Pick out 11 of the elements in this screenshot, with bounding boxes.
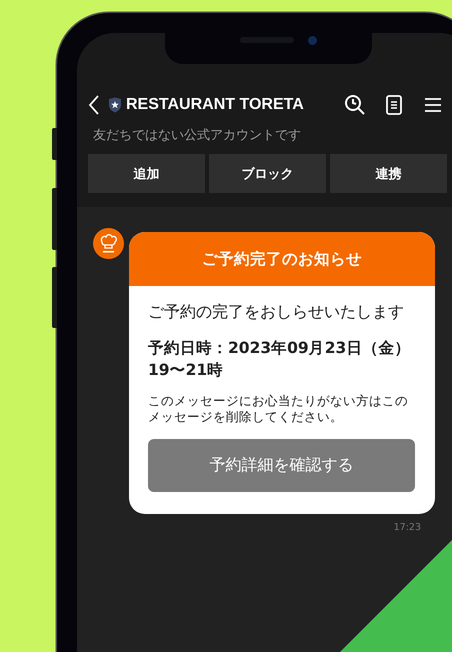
details-button[interactable]: 予約詳細を確認する (148, 439, 415, 492)
reservation-datetime: 予約日時：2023年09月23日（金） 19〜21時 (148, 338, 412, 381)
message-lead: ご予約の完了をおしらせいたします (148, 302, 405, 323)
account-name: RESTAURANT TORETA (126, 96, 304, 114)
card-title: ご予約完了のお知らせ (129, 232, 435, 286)
action-button[interactable]: 連携 (330, 154, 447, 193)
message-note: このメッセージにお心当たりがない方はこのメッセージを削除してください。 (148, 393, 409, 425)
account-status-text: 友だちではない公式アカウントです (93, 127, 302, 144)
action-button[interactable]: 追加 (88, 154, 205, 193)
action-button[interactable]: ブロック (209, 154, 326, 193)
message-time: 17:23 (394, 522, 421, 533)
